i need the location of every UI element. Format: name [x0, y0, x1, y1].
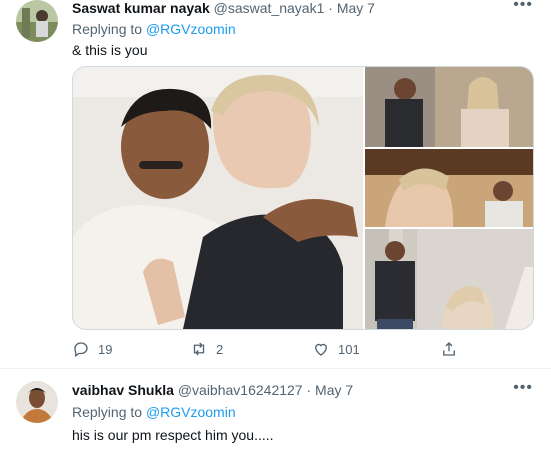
more-icon[interactable]: ••• — [513, 379, 533, 397]
more-icon[interactable]: ••• — [513, 0, 533, 14]
reply-icon — [74, 342, 88, 358]
tweet-header: vaibhav Shukla @vaibhav16242127 · May 7 — [72, 382, 353, 398]
share-icon — [443, 342, 455, 356]
separator: · — [306, 382, 312, 398]
replying-to: Replying to @RGVzoomin — [72, 21, 236, 37]
like-count: 101 — [338, 341, 360, 357]
tweet-text: & this is you — [72, 42, 148, 58]
media-grid[interactable] — [72, 66, 534, 330]
mention-link[interactable]: @RGVzoomin — [146, 404, 236, 420]
replying-prefix: Replying to — [72, 404, 143, 420]
mention-link[interactable]: @RGVzoomin — [146, 21, 236, 37]
share-button[interactable] — [440, 340, 458, 358]
avatar[interactable] — [16, 381, 58, 423]
like-icon — [315, 343, 327, 356]
tweet-date[interactable]: May 7 — [315, 382, 353, 398]
tweet-header: Saswat kumar nayak @saswat_nayak1 · May … — [72, 0, 375, 16]
avatar[interactable] — [16, 0, 58, 42]
tweet-date[interactable]: May 7 — [337, 0, 375, 16]
media-photo[interactable] — [73, 67, 533, 329]
replying-prefix: Replying to — [72, 21, 143, 37]
display-name[interactable]: vaibhav Shukla — [72, 382, 174, 398]
reply-count: 19 — [98, 341, 113, 357]
retweet-button[interactable]: 2 — [190, 340, 223, 358]
tweet-actions: 19 2 101 — [72, 340, 472, 360]
retweet-icon — [193, 342, 205, 356]
tweet-text: his is our pm respect him you..... — [72, 427, 274, 443]
reply-button[interactable]: 19 — [72, 340, 112, 358]
like-button[interactable]: 101 — [312, 340, 360, 358]
tweet[interactable]: vaibhav Shukla @vaibhav16242127 · May 7 … — [0, 368, 551, 451]
separator: · — [328, 0, 333, 16]
handle[interactable]: @vaibhav16242127 — [178, 382, 303, 398]
handle[interactable]: @saswat_nayak1 — [214, 0, 325, 16]
replying-to: Replying to @RGVzoomin — [72, 404, 236, 420]
retweet-count: 2 — [216, 341, 224, 357]
tweet[interactable]: Saswat kumar nayak @saswat_nayak1 · May … — [0, 0, 551, 368]
display-name[interactable]: Saswat kumar nayak — [72, 0, 210, 16]
